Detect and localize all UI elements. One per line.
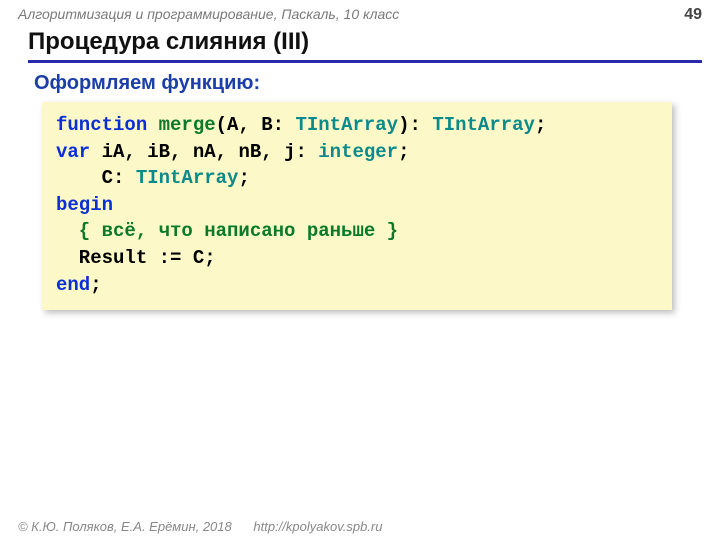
slide-footer: © К.Ю. Поляков, Е.А. Ерёмин, 2018 http:/… <box>18 519 382 534</box>
code-token-kw-teal: TIntArray <box>295 114 398 136</box>
code-block: function merge(A, B: TIntArray): TIntArr… <box>42 102 672 310</box>
code-token: iA, iB, nA, nB, j: <box>90 141 318 163</box>
page-number: 49 <box>684 6 702 24</box>
code-token-kw-blue: var <box>56 141 90 163</box>
slide-title: Процедура слияния (III) <box>28 28 702 63</box>
footer-authors: © К.Ю. Поляков, Е.А. Ерёмин, 2018 <box>18 519 232 534</box>
code-token: C: <box>56 167 136 189</box>
slide-subtitle: Оформляем функцию: <box>34 72 260 95</box>
code-token: ; <box>90 274 101 296</box>
code-token-kw-blue: begin <box>56 194 113 216</box>
code-token: ; <box>238 167 249 189</box>
course-label: Алгоритмизация и программирование, Паска… <box>18 6 399 22</box>
code-token-kw-teal: integer <box>318 141 398 163</box>
footer-url: http://kpolyakov.spb.ru <box>253 519 382 534</box>
slide: Алгоритмизация и программирование, Паска… <box>0 0 720 540</box>
code-token-kw-blue: function <box>56 114 159 136</box>
slide-header: Алгоритмизация и программирование, Паска… <box>18 6 702 24</box>
code-token: ; <box>535 114 546 136</box>
code-token-kw-teal: TIntArray <box>432 114 535 136</box>
code-token-kw-green: merge <box>159 114 216 136</box>
code-token-kw-blue: end <box>56 274 90 296</box>
code-token: ): <box>398 114 432 136</box>
code-token-kw-teal: TIntArray <box>136 167 239 189</box>
code-token: ; <box>398 141 409 163</box>
code-token: (A, B: <box>216 114 296 136</box>
code-token: Result := C; <box>56 247 216 269</box>
code-token-kw-green: { всё, что написано раньше } <box>56 220 398 242</box>
